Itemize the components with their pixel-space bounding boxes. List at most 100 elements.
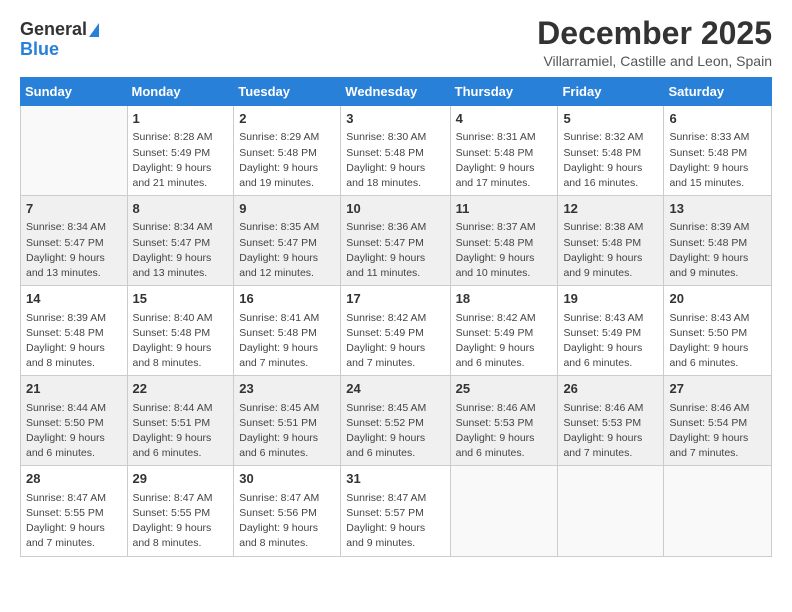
logo-blue-text: Blue — [20, 40, 59, 60]
calendar-cell: 15 Sunrise: 8:40 AM Sunset: 5:48 PM Dayli… — [127, 286, 234, 376]
day-number: 9 — [239, 200, 335, 218]
calendar-cell: 8 Sunrise: 8:34 AM Sunset: 5:47 PM Daylig… — [127, 196, 234, 286]
calendar-cell: 31 Sunrise: 8:47 AM Sunset: 5:57 PM Dayli… — [341, 466, 450, 556]
day-info: Sunrise: 8:44 AM Sunset: 5:51 PM Dayligh… — [133, 401, 229, 462]
day-info: Sunrise: 8:34 AM Sunset: 5:47 PM Dayligh… — [133, 220, 229, 281]
day-number: 10 — [346, 200, 444, 218]
day-number: 27 — [669, 380, 766, 398]
day-number: 16 — [239, 290, 335, 308]
day-number: 19 — [563, 290, 658, 308]
day-number: 13 — [669, 200, 766, 218]
month-year-title: December 2025 — [537, 16, 772, 51]
day-number: 21 — [26, 380, 122, 398]
calendar-cell: 14 Sunrise: 8:39 AM Sunset: 5:48 PM Dayli… — [21, 286, 128, 376]
calendar-cell: 2 Sunrise: 8:29 AM Sunset: 5:48 PM Daylig… — [234, 106, 341, 196]
day-number: 23 — [239, 380, 335, 398]
day-info: Sunrise: 8:47 AM Sunset: 5:55 PM Dayligh… — [26, 491, 122, 552]
day-info: Sunrise: 8:29 AM Sunset: 5:48 PM Dayligh… — [239, 130, 335, 191]
calendar-cell: 30 Sunrise: 8:47 AM Sunset: 5:56 PM Dayli… — [234, 466, 341, 556]
day-number: 15 — [133, 290, 229, 308]
calendar-cell: 26 Sunrise: 8:46 AM Sunset: 5:53 PM Dayli… — [558, 376, 664, 466]
calendar-table: SundayMondayTuesdayWednesdayThursdayFrid… — [20, 77, 772, 556]
day-info: Sunrise: 8:38 AM Sunset: 5:48 PM Dayligh… — [563, 220, 658, 281]
calendar-cell: 16 Sunrise: 8:41 AM Sunset: 5:48 PM Dayli… — [234, 286, 341, 376]
calendar-cell: 9 Sunrise: 8:35 AM Sunset: 5:47 PM Daylig… — [234, 196, 341, 286]
day-number: 29 — [133, 470, 229, 488]
day-info: Sunrise: 8:46 AM Sunset: 5:53 PM Dayligh… — [563, 401, 658, 462]
calendar-cell: 23 Sunrise: 8:45 AM Sunset: 5:51 PM Dayli… — [234, 376, 341, 466]
calendar-cell: 25 Sunrise: 8:46 AM Sunset: 5:53 PM Dayli… — [450, 376, 558, 466]
calendar-cell: 21Sunrise: 8:44 AM Sunset: 5:50 PM Dayli… — [21, 376, 128, 466]
page-header: General Blue December 2025 Villarramiel,… — [20, 16, 772, 69]
header-cell-saturday: Saturday — [664, 78, 772, 106]
calendar-cell: 13 Sunrise: 8:39 AM Sunset: 5:48 PM Dayli… — [664, 196, 772, 286]
day-info: Sunrise: 8:37 AM Sunset: 5:48 PM Dayligh… — [456, 220, 553, 281]
day-number: 26 — [563, 380, 658, 398]
calendar-cell: 20 Sunrise: 8:43 AM Sunset: 5:50 PM Dayli… — [664, 286, 772, 376]
calendar-cell: 11 Sunrise: 8:37 AM Sunset: 5:48 PM Dayli… — [450, 196, 558, 286]
calendar-cell — [664, 466, 772, 556]
calendar-row-2: 14 Sunrise: 8:39 AM Sunset: 5:48 PM Dayli… — [21, 286, 772, 376]
day-info: Sunrise: 8:35 AM Sunset: 5:47 PM Dayligh… — [239, 220, 335, 281]
logo-triangle-icon — [89, 23, 99, 37]
day-info: Sunrise: 8:28 AM Sunset: 5:49 PM Dayligh… — [133, 130, 229, 191]
day-info: Sunrise: 8:39 AM Sunset: 5:48 PM Dayligh… — [669, 220, 766, 281]
day-info: Sunrise: 8:43 AM Sunset: 5:49 PM Dayligh… — [563, 311, 658, 372]
day-number: 22 — [133, 380, 229, 398]
header-cell-thursday: Thursday — [450, 78, 558, 106]
header-cell-wednesday: Wednesday — [341, 78, 450, 106]
day-number: 4 — [456, 110, 553, 128]
day-number: 3 — [346, 110, 444, 128]
day-number: 5 — [563, 110, 658, 128]
calendar-cell: 12Sunrise: 8:38 AM Sunset: 5:48 PM Dayli… — [558, 196, 664, 286]
calendar-cell: 17 Sunrise: 8:42 AM Sunset: 5:49 PM Dayli… — [341, 286, 450, 376]
calendar-cell — [558, 466, 664, 556]
day-info: Sunrise: 8:43 AM Sunset: 5:50 PM Dayligh… — [669, 311, 766, 372]
calendar-cell: 10 Sunrise: 8:36 AM Sunset: 5:47 PM Dayli… — [341, 196, 450, 286]
day-info: Sunrise: 8:46 AM Sunset: 5:54 PM Dayligh… — [669, 401, 766, 462]
day-number: 20 — [669, 290, 766, 308]
calendar-cell: 22 Sunrise: 8:44 AM Sunset: 5:51 PM Dayli… — [127, 376, 234, 466]
day-info: Sunrise: 8:32 AM Sunset: 5:48 PM Dayligh… — [563, 130, 658, 191]
day-number: 30 — [239, 470, 335, 488]
day-number: 1 — [133, 110, 229, 128]
day-info: Sunrise: 8:47 AM Sunset: 5:57 PM Dayligh… — [346, 491, 444, 552]
calendar-cell: 5 Sunrise: 8:32 AM Sunset: 5:48 PM Daylig… — [558, 106, 664, 196]
logo-general-text: General — [20, 20, 87, 40]
calendar-cell: 7Sunrise: 8:34 AM Sunset: 5:47 PM Daylig… — [21, 196, 128, 286]
day-number: 6 — [669, 110, 766, 128]
calendar-cell: 27 Sunrise: 8:46 AM Sunset: 5:54 PM Dayli… — [664, 376, 772, 466]
location-subtitle: Villarramiel, Castille and Leon, Spain — [537, 53, 772, 69]
day-number: 14 — [26, 290, 122, 308]
day-number: 8 — [133, 200, 229, 218]
calendar-row-1: 7Sunrise: 8:34 AM Sunset: 5:47 PM Daylig… — [21, 196, 772, 286]
day-info: Sunrise: 8:30 AM Sunset: 5:48 PM Dayligh… — [346, 130, 444, 191]
calendar-cell — [21, 106, 128, 196]
day-info: Sunrise: 8:40 AM Sunset: 5:48 PM Dayligh… — [133, 311, 229, 372]
header-cell-tuesday: Tuesday — [234, 78, 341, 106]
day-info: Sunrise: 8:33 AM Sunset: 5:48 PM Dayligh… — [669, 130, 766, 191]
day-info: Sunrise: 8:45 AM Sunset: 5:51 PM Dayligh… — [239, 401, 335, 462]
day-number: 11 — [456, 200, 553, 218]
calendar-row-0: 1 Sunrise: 8:28 AM Sunset: 5:49 PM Daylig… — [21, 106, 772, 196]
header-cell-friday: Friday — [558, 78, 664, 106]
day-info: Sunrise: 8:45 AM Sunset: 5:52 PM Dayligh… — [346, 401, 444, 462]
day-info: Sunrise: 8:31 AM Sunset: 5:48 PM Dayligh… — [456, 130, 553, 191]
day-number: 25 — [456, 380, 553, 398]
day-info: Sunrise: 8:42 AM Sunset: 5:49 PM Dayligh… — [346, 311, 444, 372]
day-number: 31 — [346, 470, 444, 488]
calendar-cell: 6 Sunrise: 8:33 AM Sunset: 5:48 PM Daylig… — [664, 106, 772, 196]
calendar-cell: 28Sunrise: 8:47 AM Sunset: 5:55 PM Dayli… — [21, 466, 128, 556]
calendar-cell — [450, 466, 558, 556]
calendar-cell: 29 Sunrise: 8:47 AM Sunset: 5:55 PM Dayli… — [127, 466, 234, 556]
day-info: Sunrise: 8:36 AM Sunset: 5:47 PM Dayligh… — [346, 220, 444, 281]
day-info: Sunrise: 8:47 AM Sunset: 5:56 PM Dayligh… — [239, 491, 335, 552]
day-number: 18 — [456, 290, 553, 308]
day-number: 17 — [346, 290, 444, 308]
calendar-cell: 18Sunrise: 8:42 AM Sunset: 5:49 PM Dayli… — [450, 286, 558, 376]
day-info: Sunrise: 8:41 AM Sunset: 5:48 PM Dayligh… — [239, 311, 335, 372]
day-number: 2 — [239, 110, 335, 128]
day-info: Sunrise: 8:47 AM Sunset: 5:55 PM Dayligh… — [133, 491, 229, 552]
day-info: Sunrise: 8:46 AM Sunset: 5:53 PM Dayligh… — [456, 401, 553, 462]
day-info: Sunrise: 8:39 AM Sunset: 5:48 PM Dayligh… — [26, 311, 122, 372]
